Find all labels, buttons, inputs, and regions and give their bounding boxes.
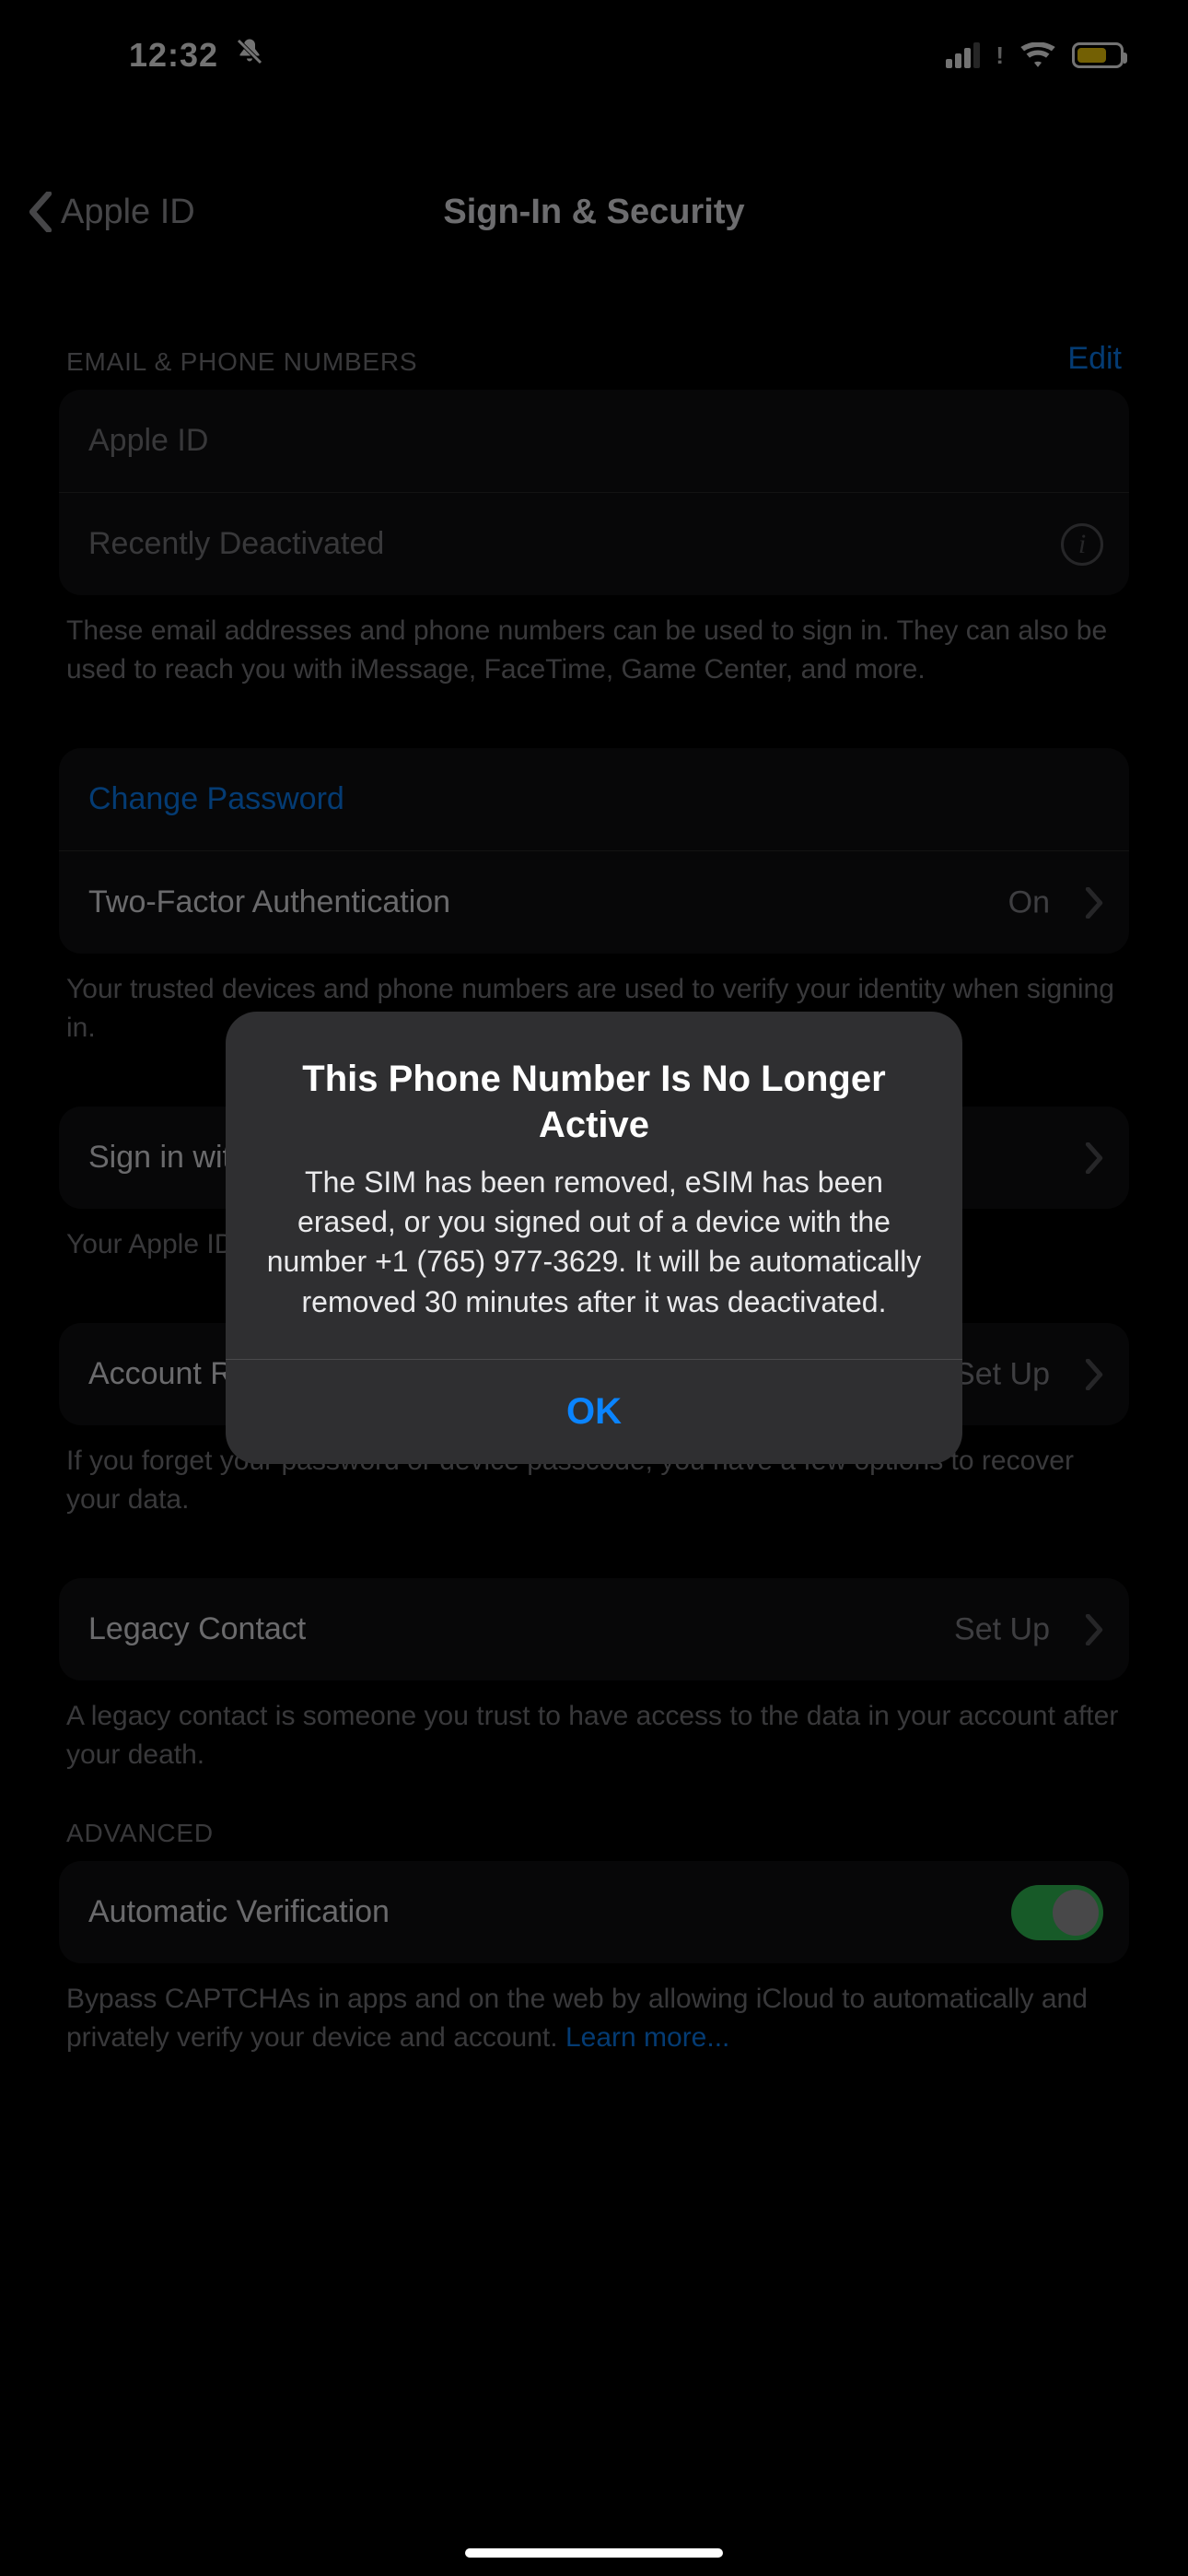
- alert-dialog: This Phone Number Is No Longer Active Th…: [226, 1012, 962, 1464]
- home-indicator[interactable]: [465, 2548, 723, 2558]
- alert-title: This Phone Number Is No Longer Active: [262, 1056, 926, 1148]
- alert-message: The SIM has been removed, eSIM has been …: [262, 1163, 926, 1322]
- alert-ok-button[interactable]: OK: [226, 1360, 962, 1464]
